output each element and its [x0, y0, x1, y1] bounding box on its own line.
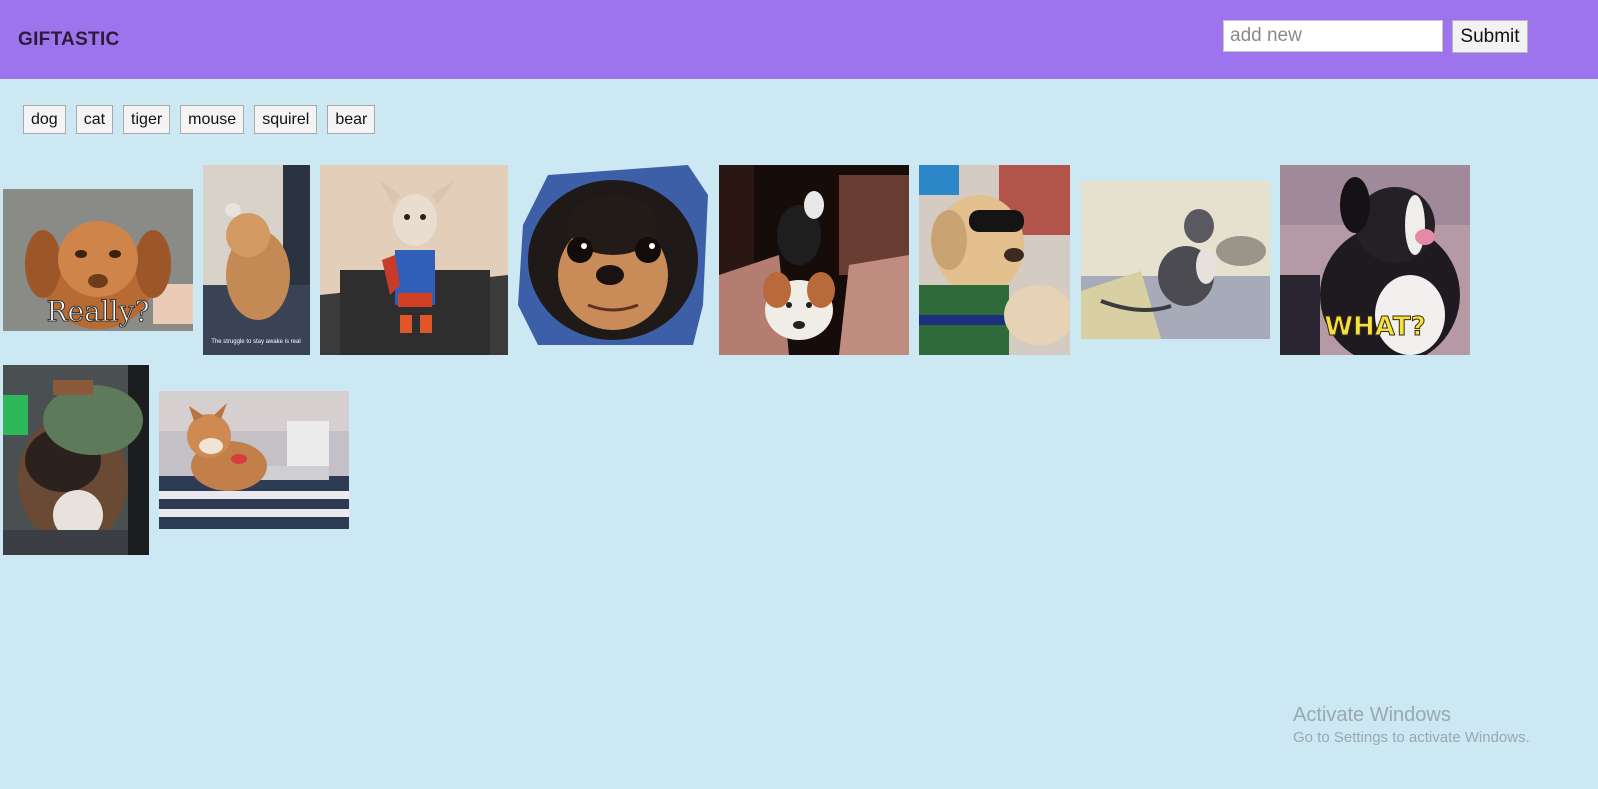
- topic-button-bear[interactable]: bear: [327, 105, 376, 134]
- topic-button-row: dog cat tiger mouse squirel bear: [23, 105, 376, 134]
- topic-button-mouse[interactable]: mouse: [180, 105, 245, 134]
- gif-image-shiba-laptop[interactable]: [159, 391, 349, 529]
- topic-button-tiger[interactable]: tiger: [123, 105, 171, 134]
- gif-image-dog-what[interactable]: WHAT?: [1280, 165, 1470, 355]
- watermark-title: Activate Windows: [1293, 704, 1451, 726]
- header-bar: GIFTASTIC Submit: [0, 0, 1598, 79]
- add-topic-input[interactable]: [1223, 20, 1443, 52]
- gif-image-dog-on-bed[interactable]: [1081, 181, 1270, 339]
- gif-image-chihuahua-closeup[interactable]: [518, 165, 708, 355]
- watermark-subtitle: Go to Settings to activate Windows.: [1293, 729, 1530, 746]
- topic-button-cat[interactable]: cat: [75, 105, 114, 134]
- topic-button-dog[interactable]: dog: [23, 105, 66, 134]
- gif-image-sleepy-puppy[interactable]: The struggle to stay awake is real: [203, 165, 310, 355]
- brand-title: GIFTASTIC: [18, 29, 120, 50]
- gif-image-superman-chihuahua[interactable]: [320, 165, 508, 355]
- gif-image-puppy-really[interactable]: Really?: [3, 189, 193, 331]
- gif-caption-struggle: The struggle to stay awake is real: [211, 339, 300, 345]
- gif-caption-really: Really?: [46, 295, 149, 328]
- gif-image-dog-in-beanie[interactable]: [3, 365, 149, 555]
- gif-image-dog-sunglasses-driving[interactable]: [919, 165, 1070, 355]
- submit-button[interactable]: Submit: [1452, 20, 1528, 53]
- topic-button-squirel[interactable]: squirel: [254, 105, 318, 134]
- gif-image-dog-under-couch[interactable]: [719, 165, 909, 355]
- gif-caption-what: WHAT?: [1324, 312, 1425, 342]
- windows-activation-watermark: Activate Windows Go to Settings to activ…: [1293, 703, 1530, 748]
